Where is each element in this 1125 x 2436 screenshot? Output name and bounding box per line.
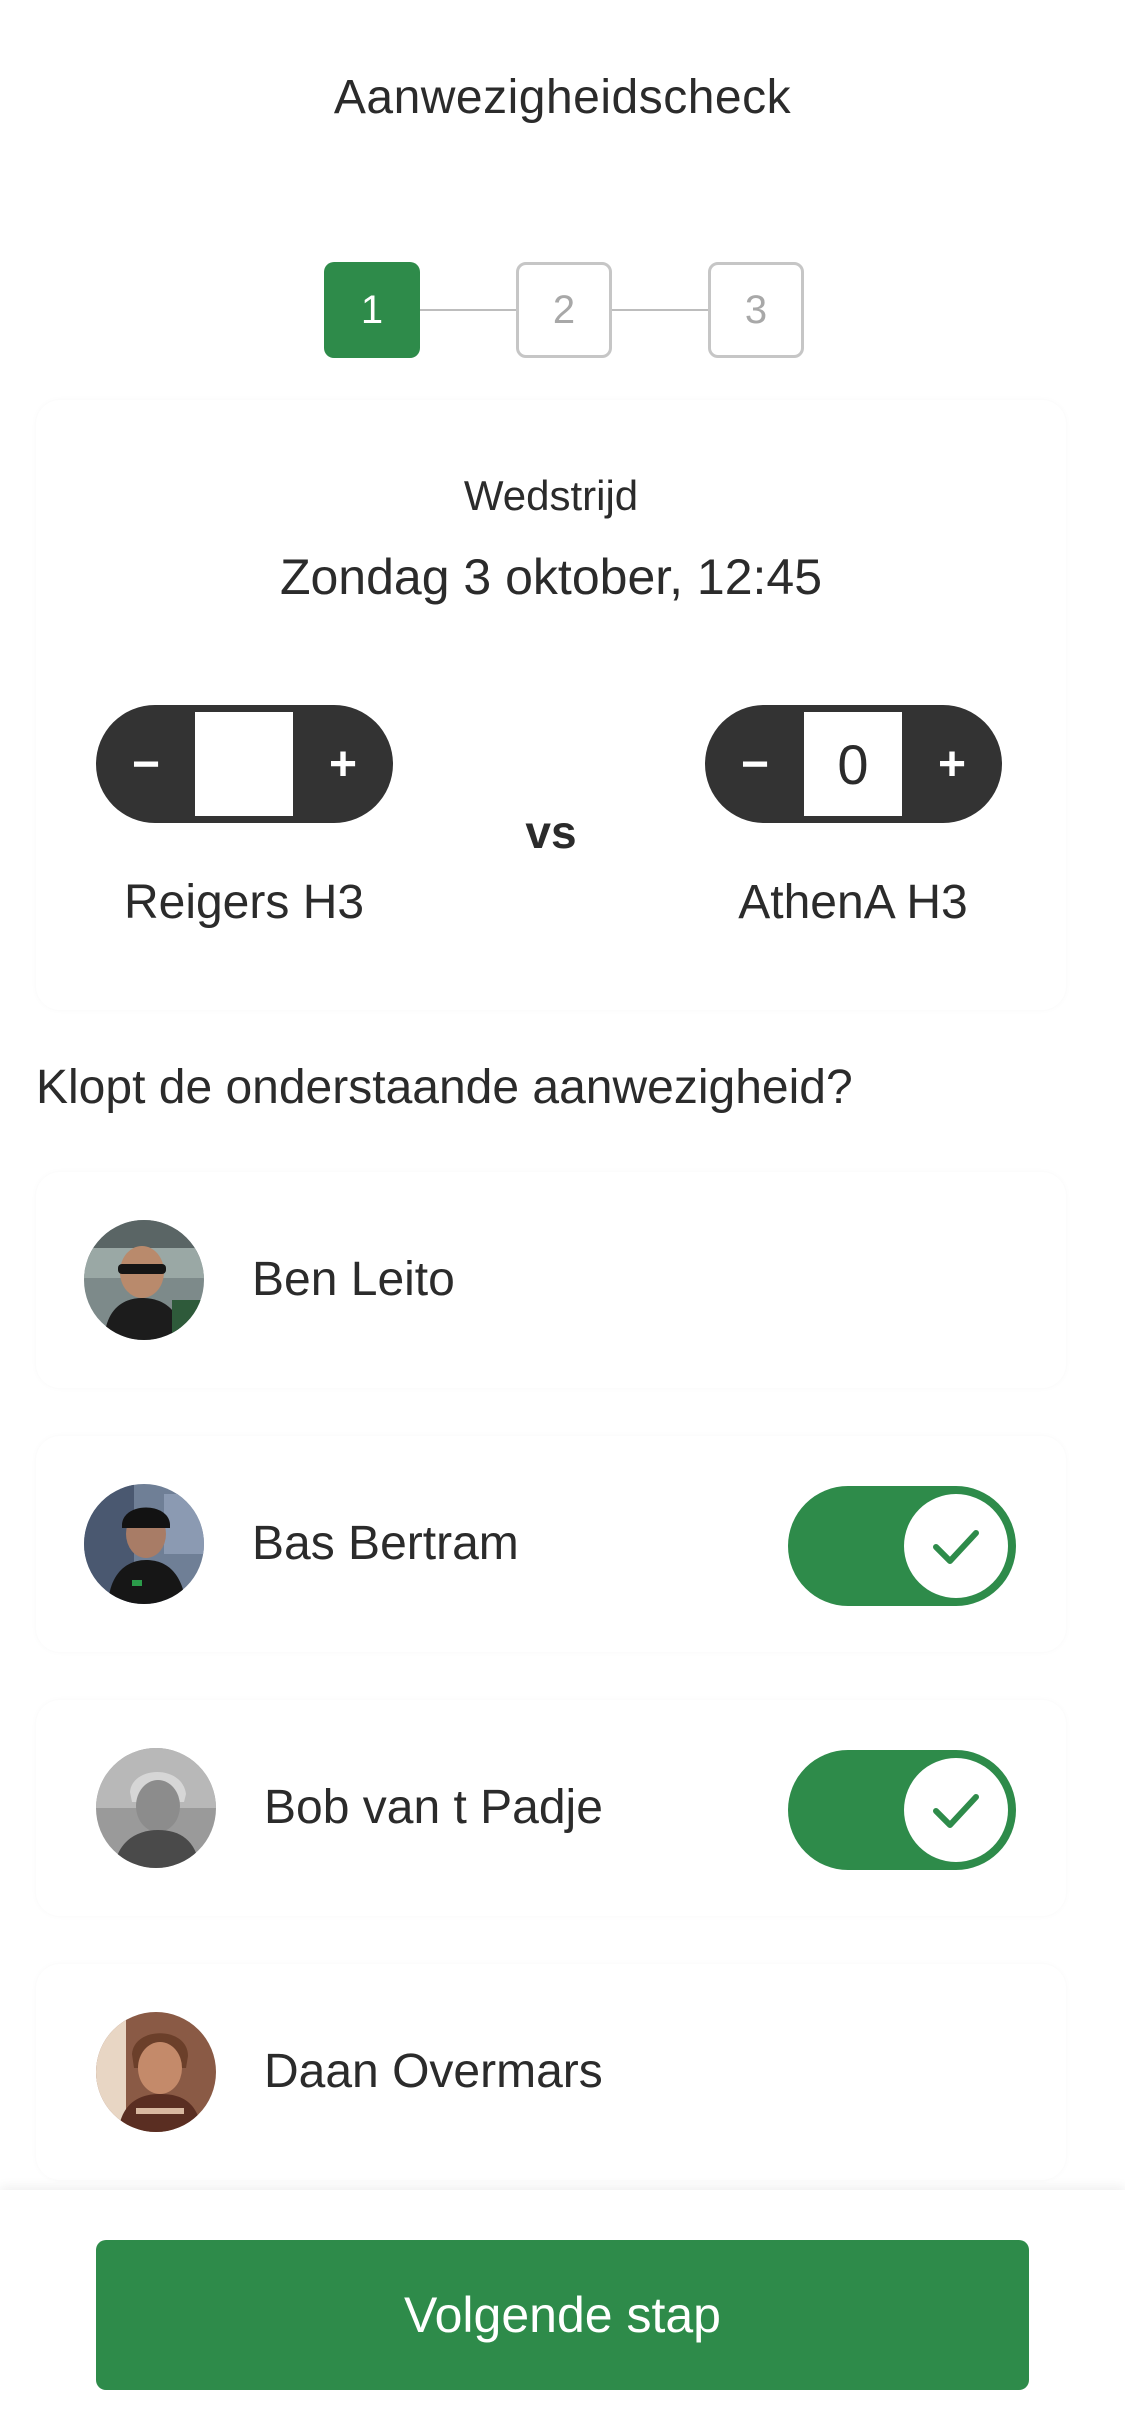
avatar [84,1484,204,1604]
attendance-toggle[interactable] [788,1750,1016,1870]
avatar-photo-icon [84,1484,204,1604]
away-score-plus-button[interactable]: + [902,705,1002,823]
step-2: 2 [516,262,612,358]
checkmark-icon [933,1530,979,1564]
avatar [96,2012,216,2132]
avatar-photo-icon [84,1220,204,1340]
step-1: 1 [324,262,420,358]
step-3: 3 [708,262,804,358]
attendance-toggle[interactable] [788,1486,1016,1606]
toggle-knob [904,1494,1008,1598]
player-name: Bas Bertram [252,1517,519,1570]
match-label: Wedstrijd [463,472,639,519]
page-title: Aanwezigheidscheck [333,71,792,124]
step-connector [420,309,516,311]
avatar-photo-icon [96,2012,216,2132]
avatar [84,1220,204,1340]
progress-stepper: 1 2 3 [324,262,804,358]
away-score-minus-button[interactable]: − [705,705,805,823]
player-name: Ben Leito [252,1253,455,1306]
checkmark-icon [933,1794,979,1828]
home-team-name: Reigers H3 [123,876,365,929]
player-row[interactable]: Ben Leito [36,1172,1066,1388]
match-date: Zondag 3 oktober, 12:45 [279,549,823,605]
away-score-input[interactable]: 0 [804,712,902,816]
away-team-name: AthenA H3 [738,876,968,929]
avatar-photo-icon [96,1748,216,1868]
match-card: Wedstrijd Zondag 3 oktober, 12:45 − + vs… [36,400,1066,1010]
attendance-question: Klopt de onderstaande aanwezigheid? [36,1061,853,1114]
bottom-bar: Volgende stap [0,2190,1125,2436]
player-row[interactable]: Bob van t Padje [36,1700,1066,1916]
step-connector [612,309,708,311]
toggle-knob [904,1758,1008,1862]
avatar [96,1748,216,1868]
player-name: Bob van t Padje [264,1781,603,1834]
away-score-control: − 0 + [705,705,1002,823]
player-row[interactable]: Bas Bertram [36,1436,1066,1652]
player-row[interactable]: Daan Overmars [36,1964,1066,2180]
home-score-input[interactable] [195,712,293,816]
player-name: Daan Overmars [264,2045,603,2098]
next-step-button[interactable]: Volgende stap [96,2240,1029,2390]
